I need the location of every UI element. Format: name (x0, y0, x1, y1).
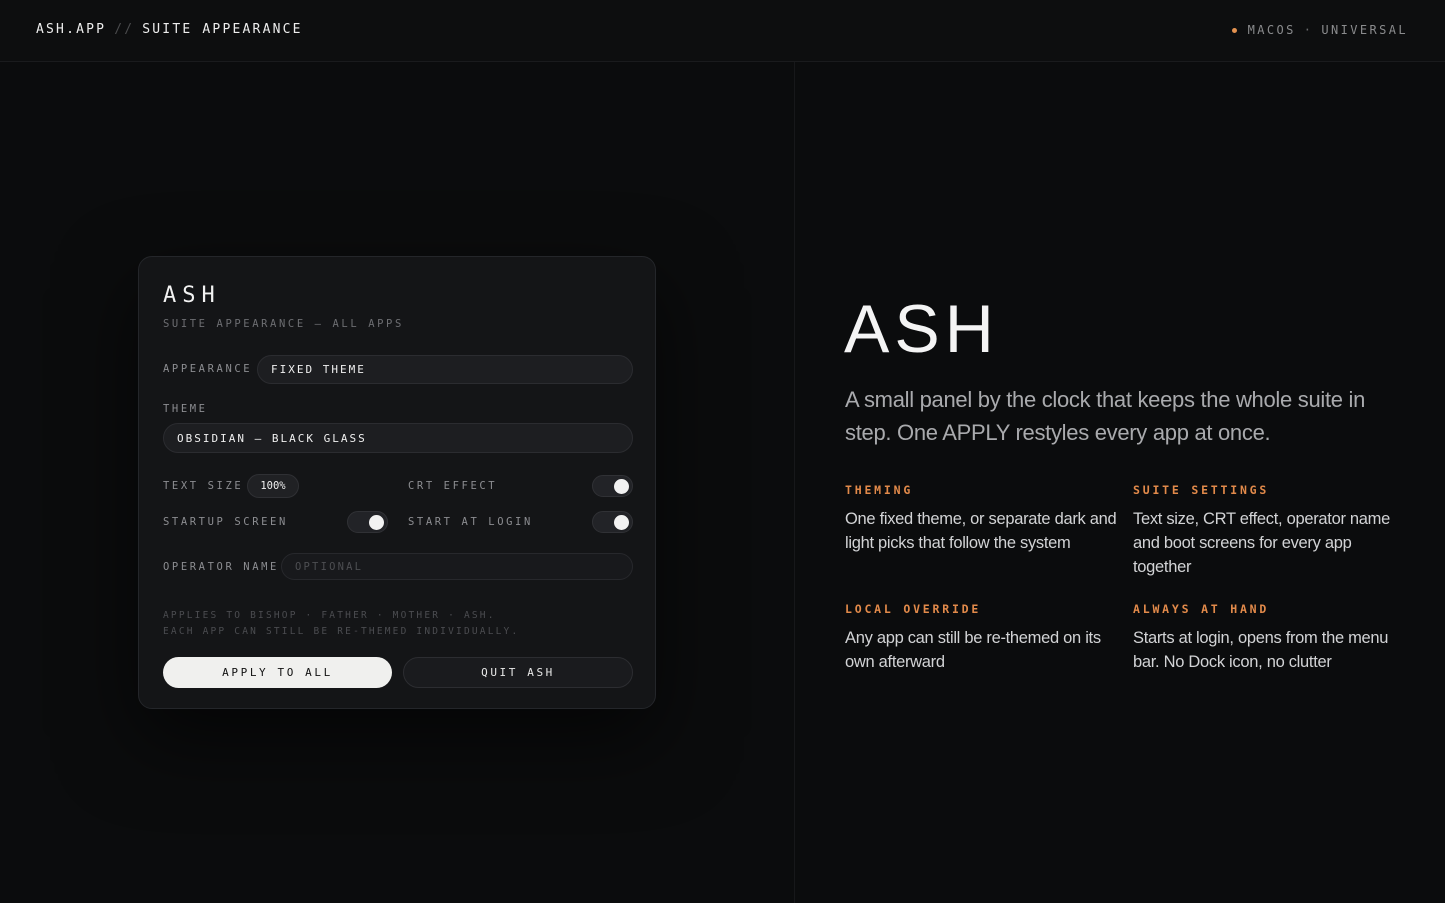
theme-select[interactable]: OBSIDIAN — BLACK GLASS (163, 423, 633, 453)
platform-info: MACOS · UNIVERSAL (1231, 23, 1408, 37)
appearance-select[interactable]: FIXED THEME (257, 355, 633, 384)
feature-always-at-hand: ALWAYS AT HAND Starts at login, opens fr… (1133, 602, 1405, 674)
hero-title: ASH (844, 291, 999, 367)
scope-note: APPLIES TO BISHOP · FATHER · MOTHER · AS… (163, 610, 496, 621)
toggle-knob (369, 515, 384, 530)
feature-body: Any app can still be re-themed on its ow… (845, 629, 1101, 671)
panel-subtitle: SUITE APPEARANCE — ALL APPS (163, 318, 404, 330)
platform-separator: · (1303, 23, 1314, 37)
top-bar: ASH.APP // SUITE APPEARANCE MACOS · UNIVER… (0, 0, 1445, 62)
feature-body: One fixed theme, or separate dark and li… (845, 510, 1117, 552)
toggle-knob (614, 479, 629, 494)
override-note: EACH APP CAN STILL BE RE-THEMED INDIVIDU… (163, 626, 520, 637)
crt-effect-toggle[interactable] (592, 475, 633, 497)
breadcrumb-separator: // (114, 22, 135, 37)
panel-title: ASH (163, 283, 221, 308)
text-size-label: TEXT SIZE (163, 480, 244, 492)
hero-description: A small panel by the clock that keeps th… (845, 387, 1366, 445)
text-size-stepper[interactable]: 100% (247, 474, 299, 498)
feature-heading: SUITE SETTINGS (1133, 483, 1270, 497)
section-name: SUITE APPEARANCE (142, 22, 303, 37)
column-divider (794, 62, 795, 903)
feature-heading: LOCAL OVERRIDE (845, 602, 982, 616)
startup-screen-toggle[interactable] (347, 511, 388, 533)
theme-label: THEME (163, 403, 208, 415)
operator-name-label: OPERATOR NAME (163, 561, 279, 573)
feature-suite-settings: SUITE SETTINGS Text size, CRT effect, op… (1133, 483, 1405, 579)
appearance-value: FIXED THEME (271, 363, 366, 376)
apply-to-all-button[interactable]: APPLY TO ALL (163, 657, 392, 688)
feature-local-override: LOCAL OVERRIDE Any app can still be re-t… (845, 602, 1117, 674)
feature-body: Starts at login, opens from the menu bar… (1133, 629, 1389, 671)
quit-button[interactable]: QUIT ASH (403, 657, 633, 688)
settings-panel: ASH SUITE APPEARANCE — ALL APPS APPEARAN… (138, 256, 656, 709)
theme-value: OBSIDIAN — BLACK GLASS (177, 431, 367, 445)
toggle-knob (614, 515, 629, 530)
brand-name[interactable]: ASH.APP (36, 22, 106, 37)
feature-body: Text size, CRT effect, operator name and… (1133, 510, 1390, 576)
platform-label: MACOS (1247, 23, 1296, 37)
feature-heading: THEMING (845, 483, 914, 497)
appearance-label: APPEARANCE (163, 363, 253, 375)
operator-name-placeholder: OPTIONAL (295, 560, 364, 573)
operator-name-input[interactable]: OPTIONAL (281, 553, 633, 580)
crt-effect-label: CRT EFFECT (408, 480, 498, 492)
breadcrumb: ASH.APP // SUITE APPEARANCE (36, 22, 303, 37)
start-at-login-toggle[interactable] (592, 511, 633, 533)
startup-screen-label: STARTUP SCREEN (163, 516, 288, 528)
status-dot-icon (1231, 27, 1237, 33)
feature-heading: ALWAYS AT HAND (1133, 602, 1270, 616)
build-label: UNIVERSAL (1321, 23, 1408, 37)
start-at-login-label: START AT LOGIN (408, 516, 533, 528)
feature-theming: THEMING One fixed theme, or separate dar… (845, 483, 1117, 555)
